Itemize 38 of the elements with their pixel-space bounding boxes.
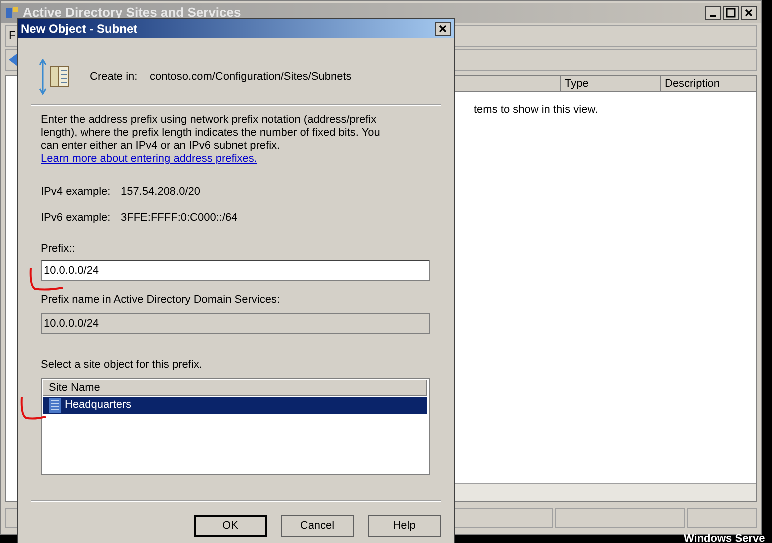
site-row[interactable]: Headquarters [43,397,427,414]
maximize-button[interactable] [723,6,739,20]
site-icon [48,398,62,413]
back-arrow-icon[interactable] [8,53,18,67]
close-icon [744,8,754,18]
desktop-text: Windows Serve [684,533,766,543]
dialog-button[interactable]: Cancel [281,515,354,537]
menu-item[interactable]: F [9,28,16,44]
annotation-mark [18,395,48,421]
column-header[interactable]: Site Name [43,380,427,396]
column-header[interactable]: Description [660,76,756,91]
example-label: IPv4 example: [41,186,112,199]
close-button[interactable] [741,6,757,20]
create-in-path: contoso.com/Configuration/Sites/Subnets [150,70,352,85]
maximize-icon [726,8,736,18]
dialog-button[interactable]: Help [368,515,441,537]
create-in-label: Create in: [90,70,139,85]
example-value: 157.54.208.0/20 [121,186,201,199]
minimize-button[interactable] [705,6,721,20]
site-name: Headquarters [65,398,132,414]
window-title: Active Directory Sites and Services [23,4,242,22]
column-header[interactable]: Type [560,76,660,91]
sites-icon [5,6,19,20]
learn-more-link[interactable]: Learn more about entering address prefixes. [41,153,258,166]
close-button[interactable] [435,22,451,36]
dialog-title: New Object - Subnet [21,20,138,38]
prefix-input[interactable]: 10.0.0.0/24 [41,260,430,281]
site-label: Select a site object for this prefix. [41,359,202,372]
prefix-label: Prefix:: [41,243,76,256]
close-icon [438,24,448,34]
example-value: 3FFE:FFFF:0:C000::/64 [121,212,238,225]
empty-message: tems to show in this view. [474,104,598,116]
description-text: Enter the address prefix using network prefix notation (address/prefix length), where the prefix length indicates the number of fixed bits. You can enter either an IPv4 or an IPv6 subnet prefix. [41,114,382,153]
prefix-name-label: Prefix name in Active Directory Domain Services: [41,294,280,307]
prefix-name-field[interactable]: 10.0.0.0/24 [41,313,430,334]
example-label: IPv6 example: [41,212,112,225]
minimize-icon [710,15,716,17]
dialog-button[interactable]: OK [194,515,267,537]
